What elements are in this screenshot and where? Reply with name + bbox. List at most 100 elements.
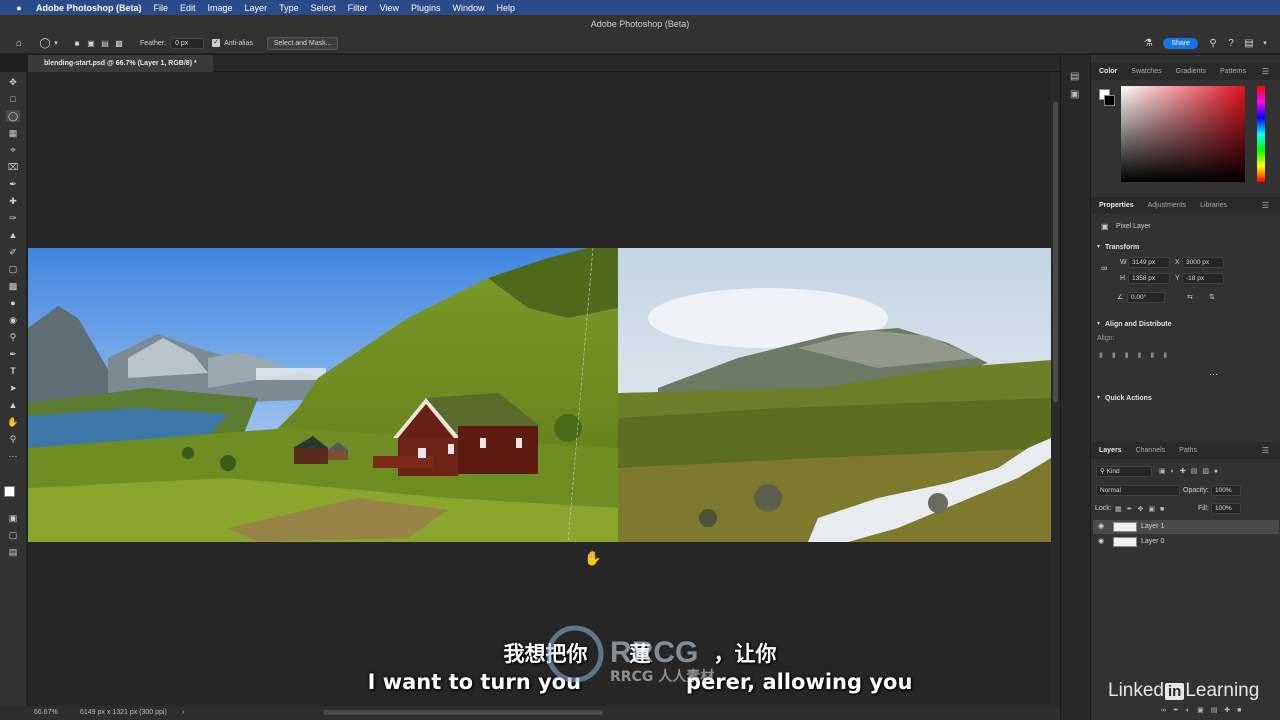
dodge-tool-icon[interactable]: ◉: [6, 314, 20, 326]
tab-libraries[interactable]: Libraries: [1200, 202, 1227, 209]
layer-name[interactable]: Layer 1: [1141, 523, 1164, 530]
type-tool-icon[interactable]: T: [6, 365, 20, 377]
link-icon[interactable]: ∞: [1101, 263, 1107, 273]
tab-patterns[interactable]: Patterns: [1220, 68, 1246, 75]
tab-color[interactable]: Color: [1099, 68, 1117, 75]
menu-view[interactable]: View: [380, 3, 399, 13]
healing-brush-icon[interactable]: ✚: [6, 195, 20, 207]
opacity-input[interactable]: 100%: [1211, 485, 1241, 496]
flip-vertical-icon[interactable]: ⇅: [1209, 293, 1215, 301]
menu-type[interactable]: Type: [279, 3, 299, 13]
chevron-down-icon[interactable]: ▾: [1097, 320, 1100, 327]
tab-swatches[interactable]: Swatches: [1131, 68, 1161, 75]
flask-icon[interactable]: ⚗: [1141, 36, 1155, 50]
height-input[interactable]: 1358 px: [1128, 273, 1170, 284]
search-icon[interactable]: ⚲: [1206, 36, 1220, 50]
color-picker-field[interactable]: [1121, 86, 1245, 182]
panel-menu-icon[interactable]: ☰: [1262, 446, 1269, 455]
width-input[interactable]: 3149 px: [1128, 257, 1170, 268]
eye-icon[interactable]: ◉: [1098, 522, 1104, 530]
panel-menu-icon[interactable]: ☰: [1262, 201, 1269, 210]
menu-filter[interactable]: Filter: [348, 3, 368, 13]
antialias-checkbox[interactable]: ✓: [212, 39, 221, 47]
stamp-tool-icon[interactable]: ▲: [6, 229, 20, 241]
menu-file[interactable]: File: [154, 3, 169, 13]
add-selection-icon[interactable]: ▣: [84, 36, 98, 50]
menu-edit[interactable]: Edit: [180, 3, 196, 13]
vertical-scroll-thumb[interactable]: [1053, 102, 1058, 402]
pen-tool-icon[interactable]: ✒: [6, 348, 20, 360]
move-tool-icon[interactable]: ✥: [6, 76, 20, 88]
chevron-down-icon[interactable]: ▾: [1097, 243, 1100, 250]
layer-row-layer-0[interactable]: ◉ Layer 0: [1093, 535, 1279, 549]
blur-tool-icon[interactable]: ●: [6, 297, 20, 309]
filter-kind-select[interactable]: ⚲ Kind: [1096, 466, 1152, 477]
intersect-selection-icon[interactable]: ▩: [112, 36, 126, 50]
menu-layer[interactable]: Layer: [245, 3, 268, 13]
zoom-tool-icon[interactable]: ⚲: [6, 433, 20, 445]
menu-window[interactable]: Window: [452, 3, 484, 13]
object-select-tool-icon[interactable]: ▦: [6, 127, 20, 139]
gradient-tool-icon[interactable]: ▩: [6, 280, 20, 292]
screen-mode-icon[interactable]: ▢: [6, 529, 20, 541]
sponge-tool-icon[interactable]: ⚲: [6, 331, 20, 343]
tab-channels[interactable]: Channels: [1136, 447, 1166, 454]
crop-tool-icon[interactable]: ⌖: [6, 144, 20, 156]
subtract-selection-icon[interactable]: ▤: [98, 36, 112, 50]
chevron-right-icon[interactable]: ›: [182, 706, 184, 720]
artboard-icon[interactable]: ▤: [6, 546, 20, 558]
history-brush-icon[interactable]: ✐: [6, 246, 20, 258]
lock-icons[interactable]: ▦✒✥▣■: [1115, 505, 1169, 513]
more-tools-icon[interactable]: ⋯: [6, 450, 20, 462]
chevron-down-icon[interactable]: ▾: [1097, 394, 1100, 401]
tab-gradients[interactable]: Gradients: [1176, 68, 1206, 75]
menu-select[interactable]: Select: [311, 3, 336, 13]
lasso-tool-icon[interactable]: ◯: [38, 36, 52, 50]
tab-properties[interactable]: Properties: [1099, 202, 1134, 209]
chevron-down-icon[interactable]: ▾: [1258, 36, 1272, 50]
feather-input[interactable]: 0 px: [170, 37, 205, 49]
panel-menu-icon[interactable]: ☰: [1262, 67, 1269, 76]
tab-adjustments[interactable]: Adjustments: [1148, 202, 1187, 209]
apple-icon[interactable]: ●: [12, 3, 26, 13]
menu-plugins[interactable]: Plugins: [411, 3, 441, 13]
foreground-color-swatch[interactable]: [4, 486, 15, 497]
shape-tool-icon[interactable]: ▲: [6, 399, 20, 411]
horizontal-scroll-thumb[interactable]: [323, 710, 603, 715]
frame-tool-icon[interactable]: ⌧: [6, 161, 20, 173]
comments-panel-icon[interactable]: ▣: [1070, 89, 1079, 100]
workspace-icon[interactable]: ▤: [1242, 36, 1256, 50]
angle-input[interactable]: 0.00°: [1127, 292, 1165, 303]
eraser-tool-icon[interactable]: ▢: [6, 263, 20, 275]
vertical-scrollbar[interactable]: [1051, 72, 1060, 706]
chevron-down-icon[interactable]: ▾: [52, 36, 60, 50]
home-icon[interactable]: ⌂: [12, 36, 26, 50]
select-and-mask-button[interactable]: Select and Mask...: [266, 36, 339, 50]
x-input[interactable]: 3000 px: [1182, 257, 1224, 268]
brush-tool-icon[interactable]: ✑: [6, 212, 20, 224]
share-button[interactable]: Share: [1163, 37, 1198, 49]
layer-footer-icons[interactable]: ∞✒◐▣▤✚■: [1161, 706, 1248, 714]
align-buttons[interactable]: ▮▮▮▮▮▮: [1099, 351, 1176, 359]
path-select-icon[interactable]: ➤: [6, 382, 20, 394]
hue-slider[interactable]: [1257, 86, 1265, 182]
tab-paths[interactable]: Paths: [1179, 447, 1197, 454]
zoom-level[interactable]: 66.67%: [34, 706, 58, 720]
quick-mask-icon[interactable]: ▣: [6, 512, 20, 524]
canvas-area[interactable]: ✋: [28, 72, 1051, 706]
lasso-tool-icon[interactable]: ◯: [6, 110, 20, 122]
flip-horizontal-icon[interactable]: ⇆: [1187, 293, 1193, 301]
new-selection-icon[interactable]: ■: [70, 36, 84, 50]
marquee-tool-icon[interactable]: □: [6, 93, 20, 105]
layer-filter-icons[interactable]: ▣◐✚▤▧●: [1159, 467, 1223, 475]
eye-icon[interactable]: ◉: [1098, 537, 1104, 545]
hand-tool-icon[interactable]: ✋: [6, 416, 20, 428]
blend-mode-select[interactable]: Normal: [1096, 485, 1180, 496]
eyedropper-tool-icon[interactable]: ✒: [6, 178, 20, 190]
more-options-icon[interactable]: ⋯: [1209, 369, 1218, 380]
tab-layers[interactable]: Layers: [1099, 447, 1122, 454]
layer-name[interactable]: Layer 0: [1141, 538, 1164, 545]
menu-image[interactable]: Image: [208, 3, 233, 13]
layer-row-layer-1[interactable]: ◉ Layer 1: [1093, 520, 1279, 534]
y-input[interactable]: -18 px: [1182, 273, 1224, 284]
